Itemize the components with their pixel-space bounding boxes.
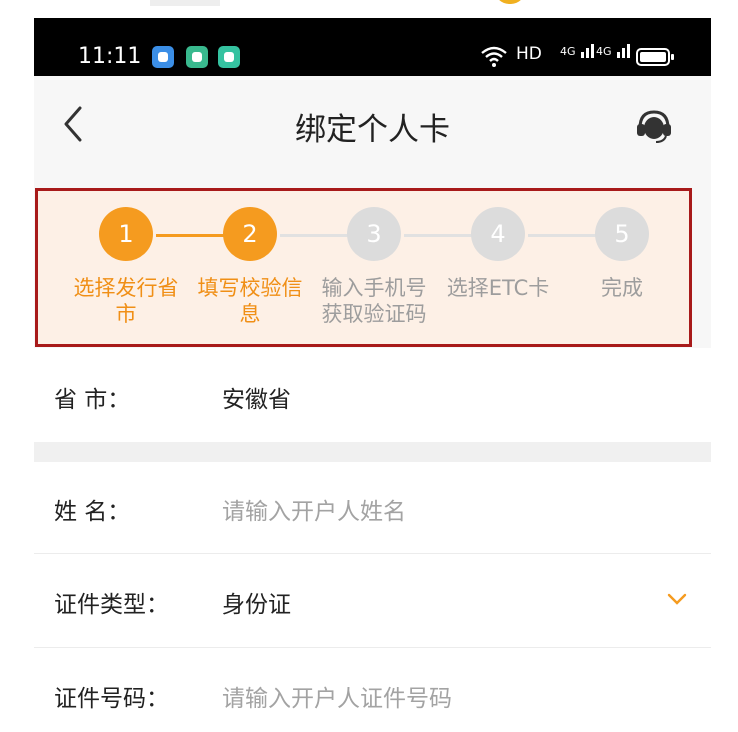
headset-icon[interactable] [634,106,674,146]
step-4: 4 选择ETC卡 [438,207,558,301]
signal-1: 4G [560,44,595,68]
nav-bar: 绑定个人卡 [34,76,711,170]
step-5-circle: 5 [595,207,649,261]
signal-bars-icon [579,44,595,58]
step-3-circle: 3 [347,207,401,261]
green-app-icon [186,46,208,68]
id-type-value: 身份证 [222,592,291,618]
step-2: 2 填写校验信息 [190,207,310,327]
step-5: 5 完成 [562,207,682,301]
step-3: 3 输入手机号获取验证码 [314,207,434,327]
signal-1-label: 4G [560,45,576,58]
plane-app-icon [152,46,174,68]
hd-indicator: HD [516,44,542,64]
decoration-blob [495,0,525,4]
progress-steps: 1 选择发行省市 2 填写校验信息 3 输入手机号获取验证码 4 选择ETC卡 … [35,188,692,347]
name-label: 姓 名： [54,499,131,525]
id-type-row[interactable]: 证件类型： 身份证 [34,554,711,647]
id-number-input[interactable]: 请输入开户人证件号码 [222,679,452,713]
step-1: 1 选择发行省市 [66,207,186,327]
signal-bars-icon [615,44,631,58]
name-input[interactable]: 请输入开户人姓名 [222,492,406,526]
step-3-label: 输入手机号获取验证码 [321,276,427,326]
step-4-label: 选择ETC卡 [446,276,550,300]
chat-app-icon [218,46,240,68]
wifi-icon [481,46,507,67]
step-4-circle: 4 [471,207,525,261]
province-row[interactable]: 省 市： 安徽省 [34,348,711,442]
step-1-circle: 1 [99,207,153,261]
id-number-row: 证件号码： 请输入开户人证件号码 [34,648,711,732]
province-label: 省 市： [54,387,131,413]
phone-screen: 11:11 HD 4G 4G 绑定个人卡 1 选择发行省市 2 填写校验信息 3… [34,18,711,732]
page-title: 绑定个人卡 [295,112,450,148]
status-time: 11:11 [78,44,142,69]
signal-2: 4G [596,44,631,68]
step-2-circle: 2 [223,207,277,261]
province-value: 安徽省 [222,387,291,413]
step-5-label: 完成 [601,276,643,300]
signal-2-label: 4G [596,45,612,58]
step-1-label: 选择发行省市 [73,276,179,326]
top-decoration [0,0,738,18]
id-number-label: 证件号码： [54,686,169,712]
section-gap [34,442,711,462]
id-type-label: 证件类型： [54,592,169,618]
decoration-bar [150,0,220,6]
step-2-label: 填写校验信息 [197,276,303,326]
battery-icon [636,48,674,66]
chevron-down-icon[interactable] [666,588,688,610]
name-row: 姓 名： 请输入开户人姓名 [34,462,711,553]
status-bar: 11:11 HD 4G 4G [34,18,711,76]
